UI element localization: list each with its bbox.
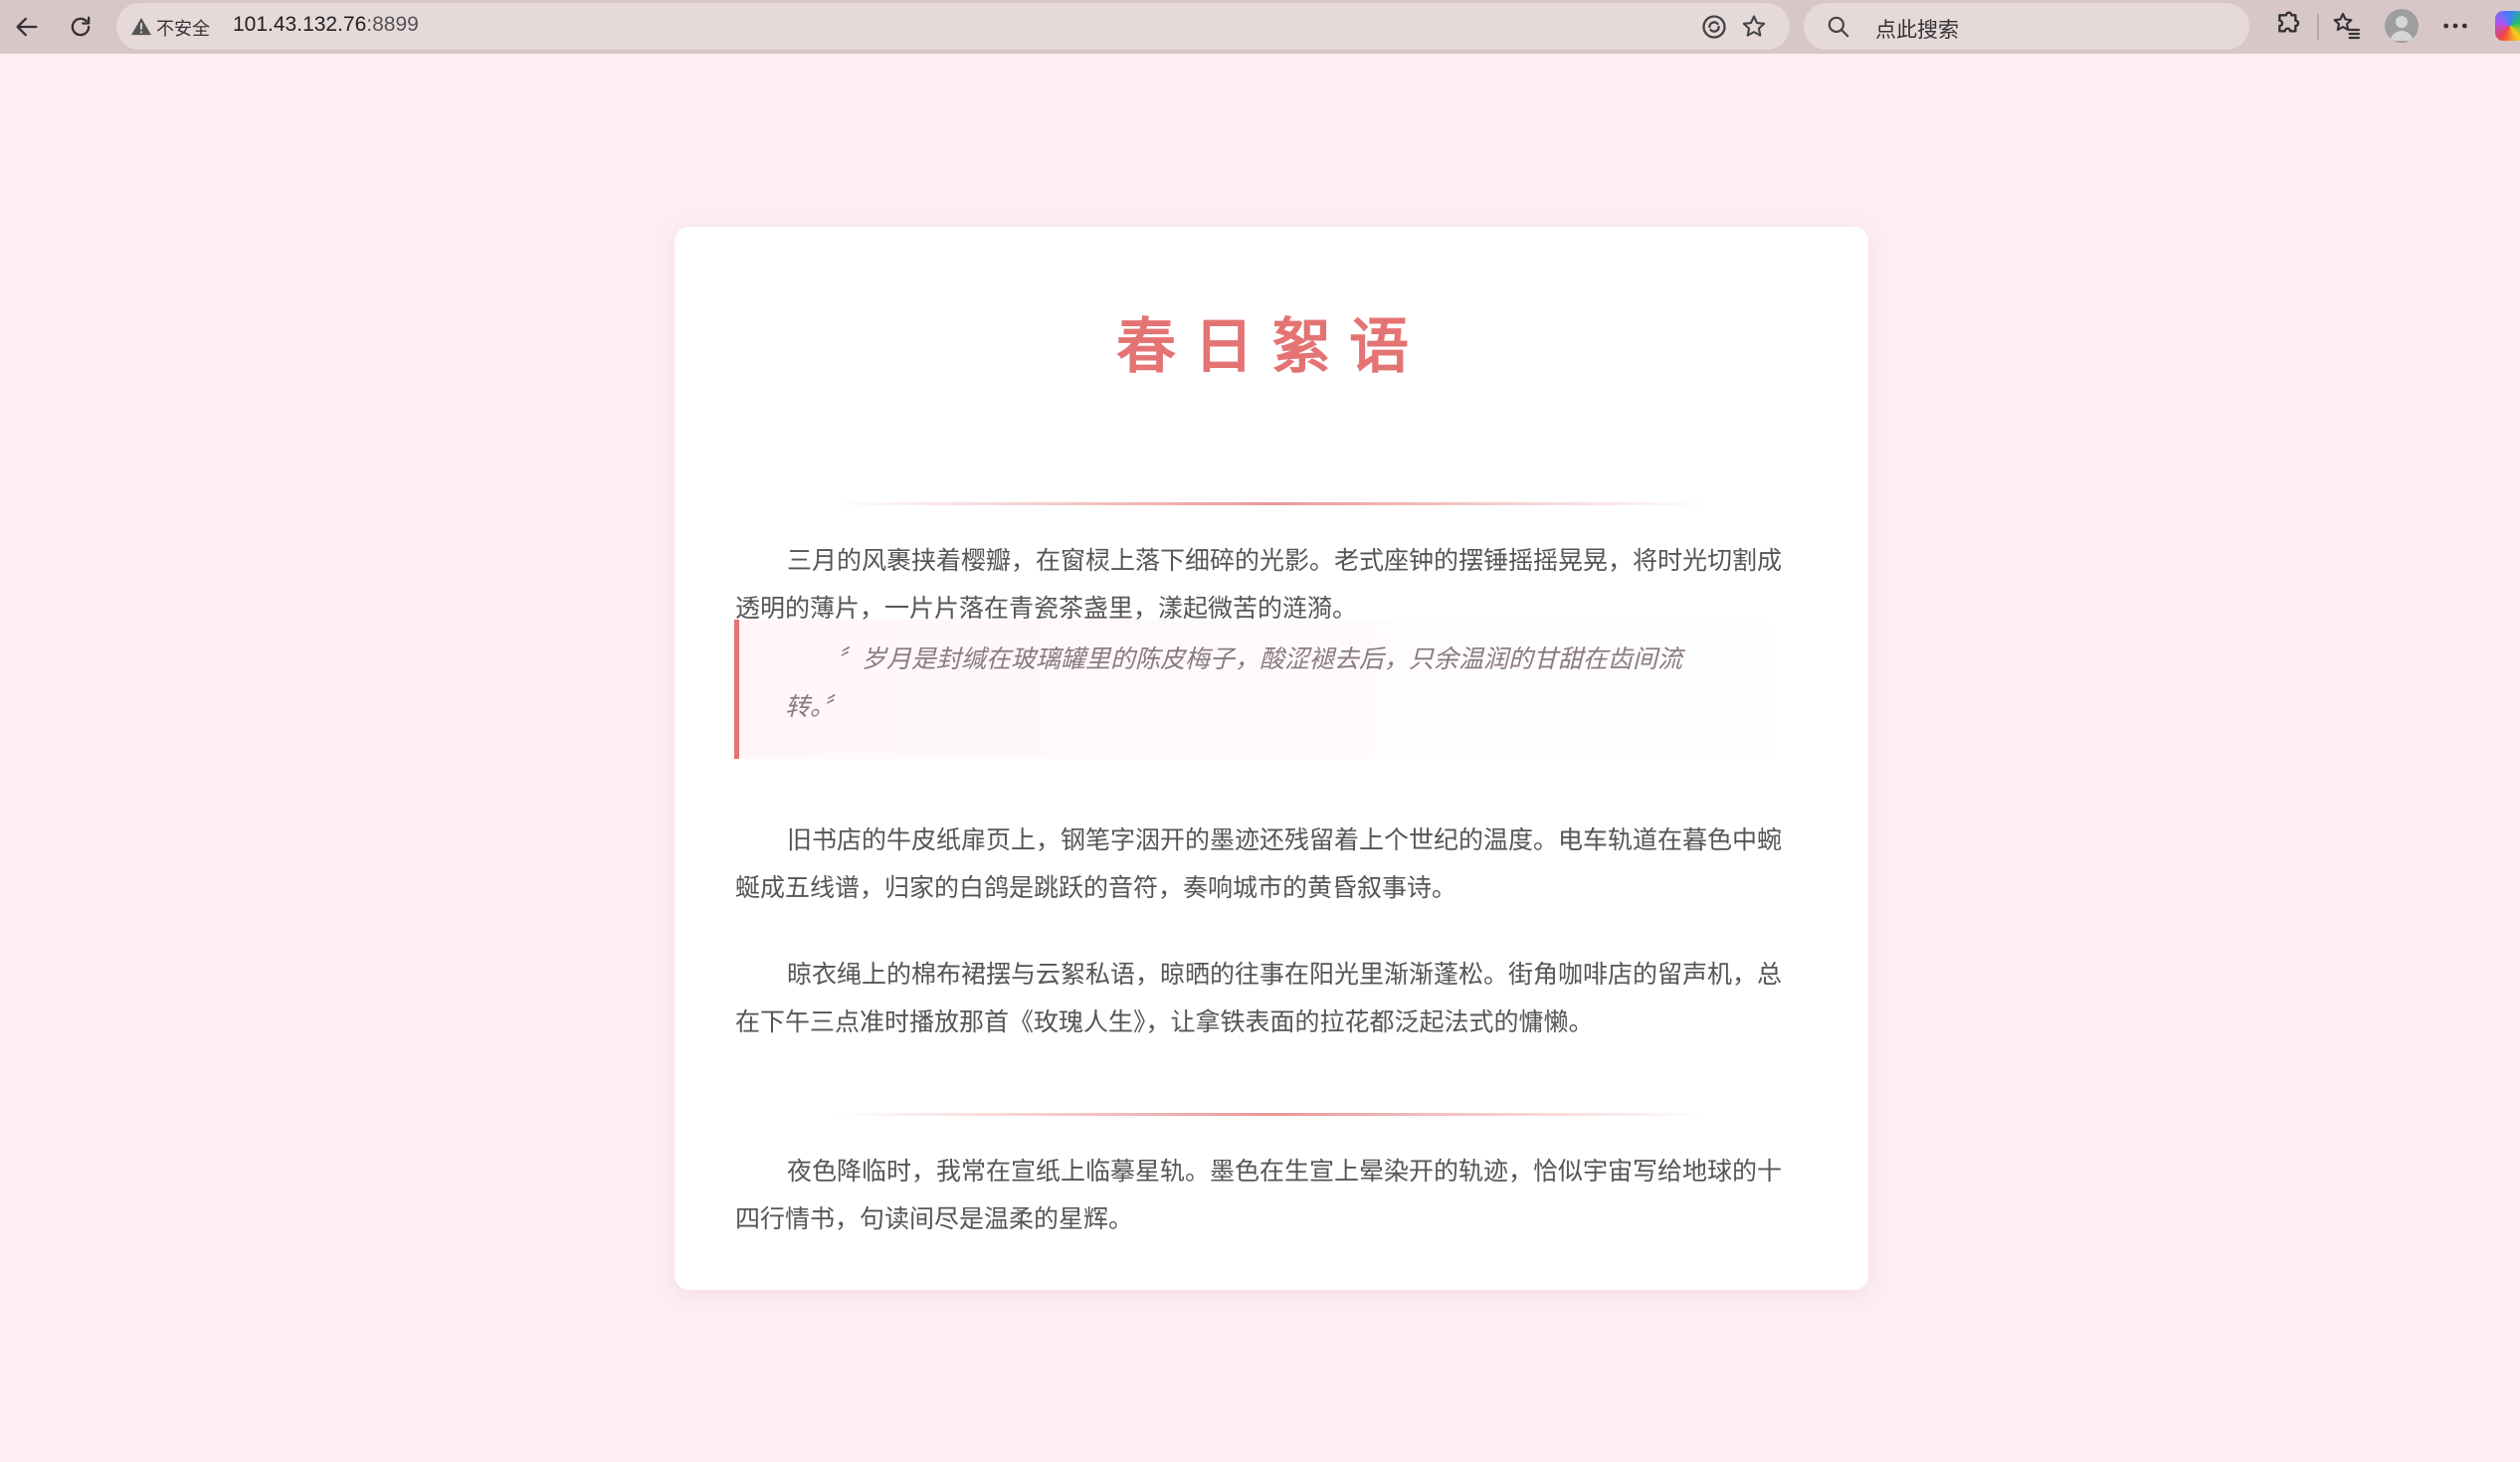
url-port: :8899 xyxy=(366,13,419,36)
profile-avatar[interactable] xyxy=(2385,9,2419,43)
refresh-button[interactable] xyxy=(63,9,98,45)
paragraph-1: 三月的风裹挟着樱瓣，在窗棂上落下细碎的光影。老式座钟的摆锤摇摇晃晃，将时光切割成… xyxy=(735,546,1783,623)
back-button[interactable] xyxy=(9,9,45,45)
user-icon xyxy=(2390,16,2414,41)
article-title: 春日絮语 xyxy=(1116,312,1427,382)
page-content: 春日絮语 三月的风裹挟着樱瓣，在窗棂上落下细碎的光影。老式座钟的摆锤摇摇晃晃，将… xyxy=(0,54,2520,1462)
search-input[interactable]: 点此搜索 xyxy=(1804,3,2249,50)
search-placeholder: 点此搜索 xyxy=(1875,18,1959,42)
url-host: 101.43.132.76 xyxy=(233,13,367,36)
toolbar-separator xyxy=(2317,14,2319,40)
read-aloud-icon[interactable] xyxy=(1700,13,1728,41)
extensions-icon[interactable] xyxy=(2270,10,2302,42)
insecure-label[interactable]: 不安全 xyxy=(156,15,210,41)
article-card: 春日絮语 三月的风裹挟着樱瓣，在窗棂上落下细碎的光影。老式座钟的摆锤摇摇晃晃，将… xyxy=(675,227,1868,1290)
bottom-divider xyxy=(834,1113,1709,1116)
arrow-left-icon xyxy=(16,17,38,37)
favorites-icon[interactable] xyxy=(2331,10,2363,42)
copilot-icon[interactable] xyxy=(2495,11,2520,41)
quote-block: 〞岁月是封缄在玻璃罐里的陈皮梅子，酸涩褪去后，只余温润的甘甜在齿间流转。〞 xyxy=(734,620,1809,759)
browser-toolbar: 不安全 101.43.132.76:8899 点此搜索 xyxy=(0,0,2520,54)
search-icon xyxy=(1828,16,1849,38)
top-divider xyxy=(834,502,1709,505)
star-icon[interactable] xyxy=(1740,13,1768,41)
url-text[interactable]: 101.43.132.76:8899 xyxy=(233,13,419,37)
warning-icon xyxy=(131,17,151,36)
paragraph-4: 夜色降临时，我常在宣纸上临摹星轨。墨色在生宣上晕染开的轨迹，恰似宇宙写给地球的十… xyxy=(735,1157,1783,1233)
quote-text: 〞岁月是封缄在玻璃罐里的陈皮梅子，酸涩褪去后，只余温润的甘甜在齿间流转。〞 xyxy=(785,644,1683,721)
address-bar[interactable]: 不安全 101.43.132.76:8899 xyxy=(116,3,1790,50)
paragraph-2: 旧书店的牛皮纸扉页上，钢笔字洇开的墨迹还残留着上个世纪的温度。电车轨道在暮色中蜿… xyxy=(735,825,1783,902)
paragraph-3: 晾衣绳上的棉布裙摆与云絮私语，晾晒的往事在阳光里渐渐蓬松。街角咖啡店的留声机，总… xyxy=(735,960,1783,1036)
more-options-icon[interactable] xyxy=(2439,10,2471,42)
refresh-icon xyxy=(71,16,91,37)
